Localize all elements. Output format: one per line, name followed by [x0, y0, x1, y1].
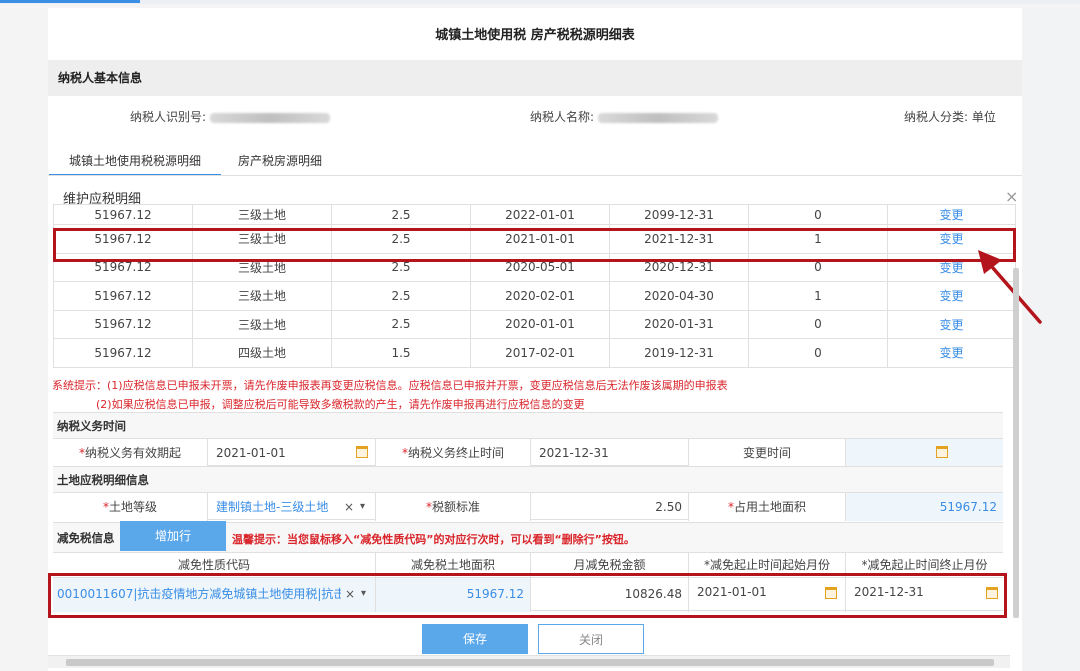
tab-land-tax[interactable]: 城镇土地使用税税源明细 [49, 148, 222, 176]
table-cell: 2022-01-01 [470, 204, 610, 225]
table-cell: 1 [748, 281, 888, 311]
vertical-scrollbar[interactable] [1013, 268, 1019, 618]
change-link[interactable]: 变更 [939, 346, 963, 360]
highlight-box-row [53, 228, 1016, 262]
table-cell: 2019-12-31 [609, 338, 749, 368]
table-cell: 2099-12-31 [609, 204, 749, 225]
table-cell: 0 [748, 309, 888, 339]
clear-icon[interactable]: × [344, 493, 354, 521]
table-cell: 51967.12 [53, 338, 193, 368]
rate-label: *税额标准 [376, 493, 531, 521]
warm-tip: 温馨提示：当您鼠标移入“减免性质代码”的对应行次时，可以看到“删除行”按钮。 [232, 533, 635, 546]
tab-house-tax[interactable]: 房产税房源明细 [218, 148, 342, 176]
change-link[interactable]: 变更 [939, 289, 963, 303]
system-hint-2: (2)如果应税信息已申报，调整应税后可能导致多缴税款的产生，请先作废申报再进行应… [96, 398, 585, 411]
table-cell: 三级土地 [192, 309, 332, 339]
table-cell: 0 [748, 204, 888, 225]
horizontal-scrollbar[interactable] [48, 655, 1010, 668]
add-row-button[interactable]: 增加行 [120, 521, 226, 551]
table-cell: 0 [748, 338, 888, 368]
table-row: 51967.12 三级土地 2.5 2020-02-01 2020-04-30 1 变更 [53, 281, 1016, 311]
table-cell: 51967.12 [53, 281, 193, 311]
start-date-field[interactable]: 2021-01-01 [208, 439, 376, 467]
taxpayer-id-redacted [210, 112, 331, 123]
calendar-icon[interactable] [936, 446, 948, 458]
table-cell: 变更 [887, 204, 1016, 225]
table-cell: 四级土地 [192, 338, 332, 368]
taxpayer-name-redacted [598, 112, 719, 123]
table-cell: 2020-01-01 [470, 309, 610, 339]
obligation-header: 纳税义务时间 [53, 412, 1003, 438]
table-cell: 变更 [887, 338, 1016, 368]
taxpayer-name: 纳税人名称: [530, 108, 719, 125]
area-label: *占用土地面积 [689, 493, 846, 521]
right-gutter [1022, 8, 1080, 671]
scroll-thumb[interactable] [66, 659, 994, 666]
grade-select[interactable]: 建制镇土地-三级土地 × ▾ [208, 493, 376, 521]
table-cell: 51967.12 [53, 309, 193, 339]
table-cell: 2.5 [331, 204, 471, 225]
table-cell: 1.5 [331, 338, 471, 368]
land-row: *土地等级 建制镇土地-三级土地 × ▾ *税额标准 2.50 *占用土地面积 51… [53, 492, 1003, 521]
taxpayer-class: 纳税人分类: 单位 [904, 110, 996, 124]
table-row: 51967.12 三级土地 2.5 2022-01-01 2099-12-31 0 变更 [53, 204, 1016, 225]
change-link[interactable]: 变更 [939, 261, 963, 275]
red-arrow-annotation [978, 250, 1042, 324]
land-header: 土地应税明细信息 [53, 466, 1003, 492]
page-title: 城镇土地使用税 房产税税源明细表 [435, 28, 635, 43]
table-row: 51967.12 三级土地 2.5 2020-01-01 2020-01-31 0 变更 [53, 309, 1016, 339]
save-button[interactable]: 保存 [422, 624, 528, 654]
change-link[interactable]: 变更 [939, 208, 963, 222]
top-progress-line [0, 0, 1080, 4]
table-row: 51967.12 四级土地 1.5 2017-02-01 2019-12-31 0 变更 [53, 338, 1016, 368]
end-label: *纳税义务终止时间 [376, 439, 531, 467]
start-label: *纳税义务有效期起 [53, 439, 208, 467]
table-cell: 三级土地 [192, 281, 332, 311]
change-time-label: 变更时间 [689, 439, 846, 467]
table-cell: 51967.12 [53, 204, 193, 225]
table-cell: 三级土地 [192, 204, 332, 225]
table-cell: 2020-02-01 [470, 281, 610, 311]
obligation-row: *纳税义务有效期起 2021-01-01 *纳税义务终止时间 2021-12-3… [53, 438, 1003, 467]
grade-label: *土地等级 [53, 493, 208, 521]
close-button[interactable]: 关闭 [538, 624, 644, 654]
table-cell: 2.5 [331, 309, 471, 339]
system-hint-1: 系统提示：(1)应税信息已申报未开票，请先作废申报表再变更应税信息。应税信息已申… [52, 379, 728, 392]
chevron-down-icon[interactable]: ▾ [360, 493, 365, 521]
table-cell: 2020-01-31 [609, 309, 749, 339]
table-cell: 2020-04-30 [609, 281, 749, 311]
calendar-icon[interactable] [356, 446, 368, 458]
rate-field[interactable]: 2.50 [531, 493, 689, 521]
end-date-field[interactable]: 2021-12-31 [531, 439, 689, 467]
basic-info-header: 纳税人基本信息 [48, 60, 1022, 96]
highlight-box-relief [48, 573, 1007, 618]
area-field[interactable]: 51967.12 [846, 493, 1003, 521]
taxpayer-id: 纳税人识别号: [130, 108, 331, 125]
change-time-field[interactable] [846, 439, 1003, 467]
table-cell: 2017-02-01 [470, 338, 610, 368]
table-cell: 2.5 [331, 281, 471, 311]
change-link[interactable]: 变更 [939, 318, 963, 332]
